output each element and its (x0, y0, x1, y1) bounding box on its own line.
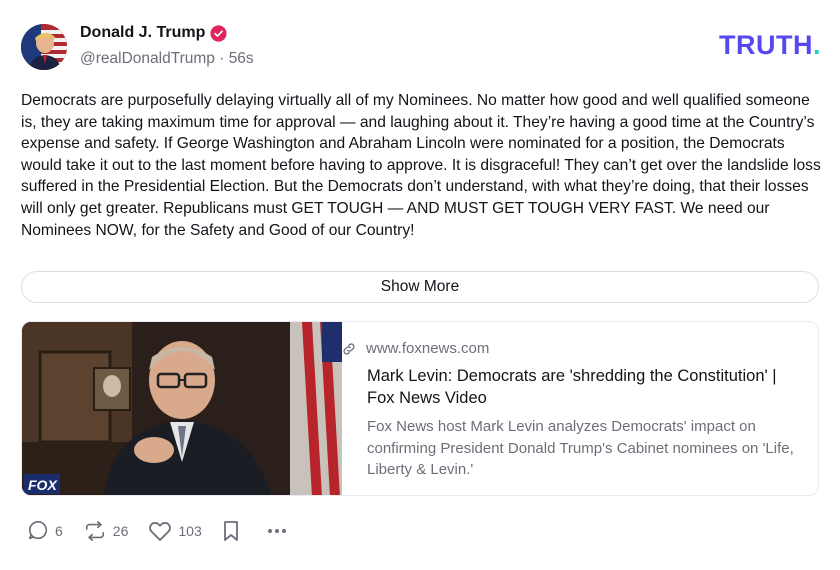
verified-badge-icon (210, 24, 227, 42)
link-title[interactable]: Mark Levin: Democrats are 'shredding the… (367, 366, 797, 409)
post-header: Donald J. Trump @realDonaldTrump · 56s T… (21, 22, 821, 72)
post-actions: 6 26 103 (27, 518, 314, 544)
logo-dot: . (812, 30, 821, 60)
text-fade-overlay (21, 236, 821, 258)
author-avatar[interactable] (21, 24, 67, 70)
reply-button[interactable]: 6 (27, 520, 63, 542)
fox-watermark: FOX (28, 477, 58, 493)
link-domain-row: www.foxnews.com (343, 340, 797, 357)
link-preview-card[interactable]: FOX www.foxnews.com Mark Levin: Democrat… (21, 321, 819, 496)
retruth-count: 26 (112, 523, 129, 539)
more-options-button[interactable] (266, 520, 294, 542)
link-card-body[interactable]: www.foxnews.com Mark Levin: Democrats ar… (343, 340, 797, 481)
author-handle[interactable]: @realDonaldTrump (80, 50, 215, 67)
logo-text: TRUTH (719, 30, 813, 60)
retruth-icon (85, 521, 104, 541)
heart-icon (149, 522, 172, 541)
post-timestamp[interactable]: 56s (229, 50, 254, 67)
author-name[interactable]: Donald J. Trump (80, 24, 205, 42)
link-description: Fox News host Mark Levin analyzes Democr… (367, 418, 794, 478)
video-thumbnail[interactable]: FOX (22, 322, 342, 495)
bookmark-icon (223, 521, 238, 541)
like-button[interactable]: 103 (148, 520, 202, 542)
retruth-button[interactable]: 26 (83, 520, 129, 542)
link-icon (343, 342, 355, 355)
reply-icon (28, 521, 48, 540)
link-domain: www.foxnews.com (366, 340, 490, 357)
author-meta: @realDonaldTrump · 56s (80, 50, 254, 68)
meta-separator: · (214, 50, 229, 67)
more-icon (267, 529, 286, 533)
bookmark-button[interactable] (222, 520, 246, 542)
like-count: 103 (178, 523, 202, 539)
post-text: Democrats are purposefully delaying virt… (21, 92, 821, 239)
post-body: Democrats are purposefully delaying virt… (21, 90, 821, 258)
reply-count: 6 (55, 523, 63, 539)
show-more-button[interactable]: Show More (21, 271, 819, 303)
truth-logo[interactable]: TRUTH. (719, 30, 821, 61)
